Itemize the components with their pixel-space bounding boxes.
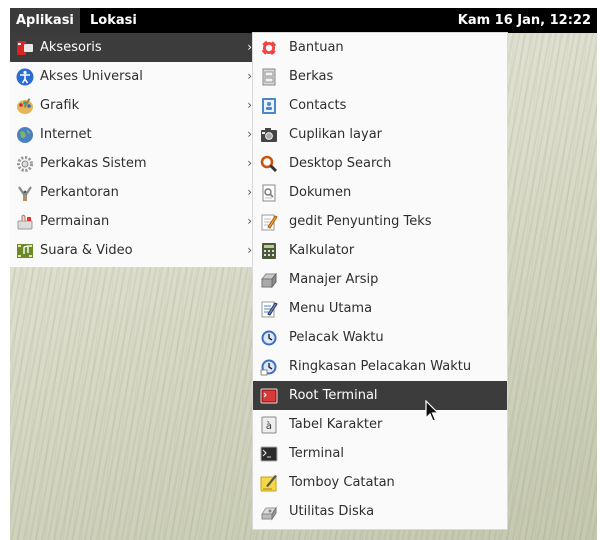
chevron-right-icon: › <box>247 127 252 141</box>
system-tools-icon <box>16 155 34 173</box>
category-aksesoris[interactable]: Aksesoris › <box>10 33 260 62</box>
app-menu-utama[interactable]: Menu Utama <box>253 294 507 323</box>
category-label: Perkakas Sistem <box>40 156 147 171</box>
app-dokumen[interactable]: Dokumen <box>253 178 507 207</box>
places-menu[interactable]: Lokasi <box>84 8 143 33</box>
app-label: Cuplikan layar <box>289 127 383 142</box>
category-perkantoran[interactable]: Perkantoran › <box>10 178 260 207</box>
category-label: Permainan <box>40 214 110 229</box>
app-bantuan[interactable]: Bantuan <box>253 33 507 62</box>
app-label: Tomboy Catatan <box>289 475 395 490</box>
category-perkakas-sistem[interactable]: Perkakas Sistem › <box>10 149 260 178</box>
text-editor-icon <box>260 213 278 231</box>
accessories-icon <box>16 39 34 57</box>
app-label: Utilitas Diska <box>289 504 375 519</box>
clock[interactable]: Kam 16 Jan, 12:22 <box>458 8 591 33</box>
app-label: Bantuan <box>289 40 344 55</box>
app-label: Pelacak Waktu <box>289 330 384 345</box>
category-label: Akses Universal <box>40 69 143 84</box>
app-label: Root Terminal <box>289 388 378 403</box>
app-label: Tabel Karakter <box>289 417 383 432</box>
app-label: Kalkulator <box>289 243 355 258</box>
app-root-terminal[interactable]: Root Terminal <box>253 381 507 410</box>
root-terminal-icon <box>260 387 278 405</box>
app-ringkasan-pelacakan-waktu[interactable]: Ringkasan Pelacakan Waktu <box>253 352 507 381</box>
chevron-right-icon: › <box>247 156 252 170</box>
app-manajer-arsip[interactable]: Manajer Arsip <box>253 265 507 294</box>
app-berkas[interactable]: Berkas <box>253 62 507 91</box>
app-label: gedit Penyunting Teks <box>289 214 432 229</box>
app-label: Manajer Arsip <box>289 272 379 287</box>
applications-menu[interactable]: Aplikasi <box>10 8 80 33</box>
tomboy-notes-icon <box>260 474 278 492</box>
app-terminal[interactable]: Terminal <box>253 439 507 468</box>
category-label: Suara & Video <box>40 243 133 258</box>
app-pelacak-waktu[interactable]: Pelacak Waktu <box>253 323 507 352</box>
app-label: Menu Utama <box>289 301 373 316</box>
magnifier-icon <box>260 155 278 173</box>
app-label: Dokumen <box>289 185 352 200</box>
category-menu: Aksesoris › Akses Universal › Grafik › I… <box>10 33 261 267</box>
app-label: Contacts <box>289 98 347 113</box>
disk-utility-icon <box>260 503 278 521</box>
app-contacts[interactable]: Contacts <box>253 91 507 120</box>
category-grafik[interactable]: Grafik › <box>10 91 260 120</box>
app-cuplikan-layar[interactable]: Cuplikan layar <box>253 120 507 149</box>
files-cabinet-icon <box>260 68 278 86</box>
office-icon <box>16 184 34 202</box>
app-tabel-karakter[interactable]: à Tabel Karakter <box>253 410 507 439</box>
screenshot-camera-icon <box>260 126 278 144</box>
archive-manager-icon <box>260 271 278 289</box>
category-internet[interactable]: Internet › <box>10 120 260 149</box>
sound-video-icon <box>16 242 34 260</box>
category-label: Perkantoran <box>40 185 119 200</box>
terminal-icon <box>260 445 278 463</box>
universal-access-icon <box>16 68 34 86</box>
calculator-icon <box>260 242 278 260</box>
app-tomboy-catatan[interactable]: Tomboy Catatan <box>253 468 507 497</box>
chevron-right-icon: › <box>247 214 252 228</box>
chevron-right-icon: › <box>247 185 252 199</box>
app-label: Desktop Search <box>289 156 392 171</box>
category-label: Aksesoris <box>40 40 102 55</box>
main-menu-editor-icon <box>260 300 278 318</box>
category-label: Internet <box>40 127 92 142</box>
top-panel: Aplikasi Lokasi Kam 16 Jan, 12:22 <box>10 8 597 33</box>
mouse-pointer-icon <box>425 400 440 422</box>
games-icon <box>16 213 34 231</box>
app-desktop-search[interactable]: Desktop Search <box>253 149 507 178</box>
document-viewer-icon <box>260 184 278 202</box>
app-utilitas-diska[interactable]: Utilitas Diska <box>253 497 507 526</box>
time-tracker-icon <box>260 329 278 347</box>
category-akses-universal[interactable]: Akses Universal › <box>10 62 260 91</box>
chevron-right-icon: › <box>247 40 252 54</box>
app-label: Ringkasan Pelacakan Waktu <box>289 359 472 374</box>
time-tracker-overview-icon <box>260 358 278 376</box>
app-label: Berkas <box>289 69 334 84</box>
chevron-right-icon: › <box>247 69 252 83</box>
app-gedit[interactable]: gedit Penyunting Teks <box>253 207 507 236</box>
chevron-right-icon: › <box>247 98 252 112</box>
app-label: Terminal <box>289 446 344 461</box>
category-label: Grafik <box>40 98 80 113</box>
graphics-icon <box>16 97 34 115</box>
help-lifebuoy-icon <box>260 39 278 57</box>
accessories-submenu: Bantuan Berkas Contacts Cuplikan layar D… <box>253 33 507 529</box>
category-suara-video[interactable]: Suara & Video › <box>10 236 260 265</box>
contacts-icon <box>260 97 278 115</box>
category-permainan[interactable]: Permainan › <box>10 207 260 236</box>
character-map-icon: à <box>260 416 278 434</box>
svg-text:à: à <box>266 420 272 432</box>
chevron-right-icon: › <box>247 243 252 257</box>
app-kalkulator[interactable]: Kalkulator <box>253 236 507 265</box>
internet-globe-icon <box>16 126 34 144</box>
